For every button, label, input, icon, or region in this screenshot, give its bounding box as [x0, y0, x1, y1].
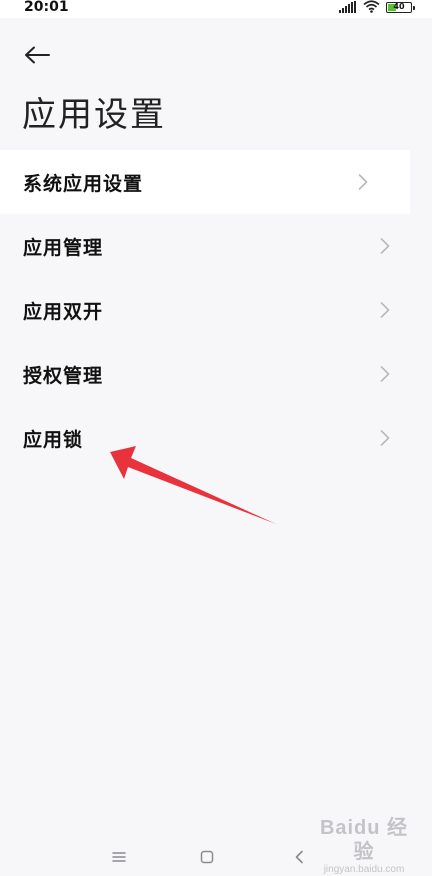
- menu-item-label: 应用锁: [23, 428, 84, 451]
- menu-item-label: 应用双开: [23, 300, 104, 323]
- battery-text: 40: [393, 1, 405, 11]
- recent-apps-button[interactable]: [104, 846, 134, 868]
- menu-item-app-lock[interactable]: 应用锁: [0, 406, 432, 470]
- back-icon: [295, 850, 303, 864]
- chevron-right-icon: [380, 365, 390, 383]
- menu-item-label: 应用管理: [23, 236, 104, 259]
- home-button[interactable]: [192, 846, 222, 868]
- arrow-left-icon: [25, 46, 50, 64]
- system-back-button[interactable]: [284, 846, 314, 868]
- chevron-right-icon: [380, 237, 390, 255]
- chevron-right-icon: [380, 301, 390, 319]
- menu-item-system-app-settings[interactable]: 系统应用设置: [0, 150, 410, 214]
- menu-item-label: 系统应用设置: [23, 172, 144, 195]
- chevron-right-icon: [358, 173, 368, 191]
- watermark-url: jingyan.baidu.com: [323, 864, 405, 875]
- status-icons: 40: [339, 0, 415, 17]
- back-button[interactable]: [20, 40, 54, 70]
- signal-icon: [339, 0, 357, 17]
- home-icon: [200, 850, 214, 864]
- watermark-brand: Baidu 经验: [319, 817, 409, 863]
- battery-icon: 40: [386, 1, 415, 13]
- menu-item-permissions[interactable]: 授权管理: [0, 342, 432, 406]
- menu-item-label: 授权管理: [23, 364, 104, 387]
- status-bar: 20:01 40: [0, 0, 432, 18]
- chevron-right-icon: [380, 429, 390, 447]
- watermark: Baidu 经验 jingyan.baidu.com: [318, 816, 410, 875]
- menu-icon: [112, 852, 126, 862]
- page-title: 应用设置: [22, 95, 166, 135]
- wifi-icon: [363, 0, 380, 17]
- menu-item-app-management[interactable]: 应用管理: [0, 214, 432, 278]
- menu-item-dual-apps[interactable]: 应用双开: [0, 278, 432, 342]
- settings-menu: 系统应用设置 应用管理 应用双开 授权管理 应用锁: [0, 150, 432, 470]
- status-time: 20:01: [24, 0, 69, 15]
